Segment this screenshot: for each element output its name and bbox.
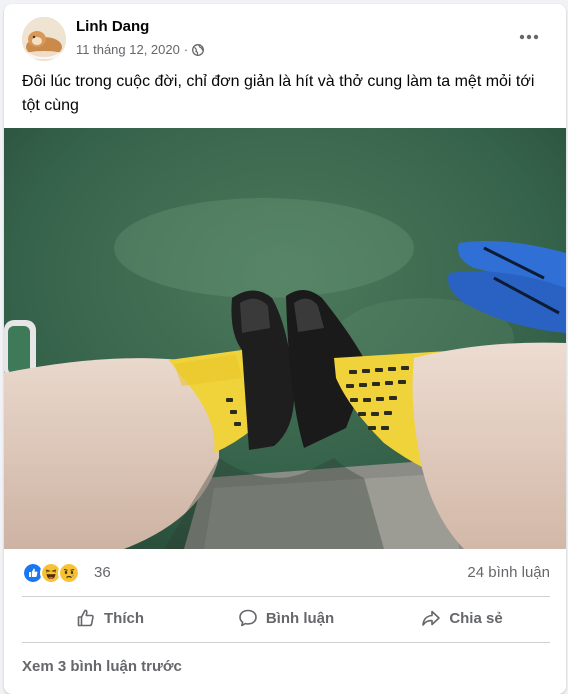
- reaction-icons[interactable]: [22, 562, 80, 584]
- action-bar: Thích Bình luận Chia sẻ: [22, 598, 550, 638]
- like-button[interactable]: Thích: [22, 598, 198, 638]
- divider-bottom: [22, 642, 550, 643]
- avatar[interactable]: [22, 17, 66, 61]
- avatar-image: [22, 17, 66, 61]
- sad-icon: [58, 562, 80, 584]
- post-date[interactable]: 11 tháng 12, 2020: [76, 42, 180, 57]
- comment-button[interactable]: Bình luận: [198, 598, 374, 638]
- post-header: Linh Dang 11 tháng 12, 2020 ·: [4, 4, 566, 64]
- post-caption: Đôi lúc trong cuộc đời, chỉ đơn giản là …: [22, 73, 535, 114]
- meta-separator: ·: [183, 42, 189, 57]
- divider-top: [22, 596, 550, 597]
- photo-image: [4, 128, 566, 549]
- view-previous-comments[interactable]: Xem 3 bình luận trước: [22, 658, 182, 675]
- share-icon: [422, 610, 441, 626]
- more-options-icon[interactable]: [514, 24, 544, 50]
- share-label: Chia sẻ: [449, 609, 503, 627]
- post-card: Linh Dang 11 tháng 12, 2020 · Đôi lúc tr…: [4, 4, 566, 694]
- comment-count[interactable]: 24 bình luận: [467, 564, 550, 581]
- post-meta: 11 tháng 12, 2020 ·: [76, 42, 205, 57]
- globe-icon[interactable]: [192, 43, 205, 56]
- like-label: Thích: [104, 609, 144, 627]
- author-name[interactable]: Linh Dang: [76, 18, 149, 35]
- share-button[interactable]: Chia sẻ: [374, 598, 550, 638]
- post-photo[interactable]: [4, 128, 566, 549]
- reactions-row: 36 24 bình luận: [22, 560, 550, 584]
- comment-icon: [239, 609, 257, 627]
- reaction-count[interactable]: 36: [94, 564, 111, 581]
- like-outline-icon: [77, 609, 94, 627]
- comment-label: Bình luận: [265, 609, 335, 627]
